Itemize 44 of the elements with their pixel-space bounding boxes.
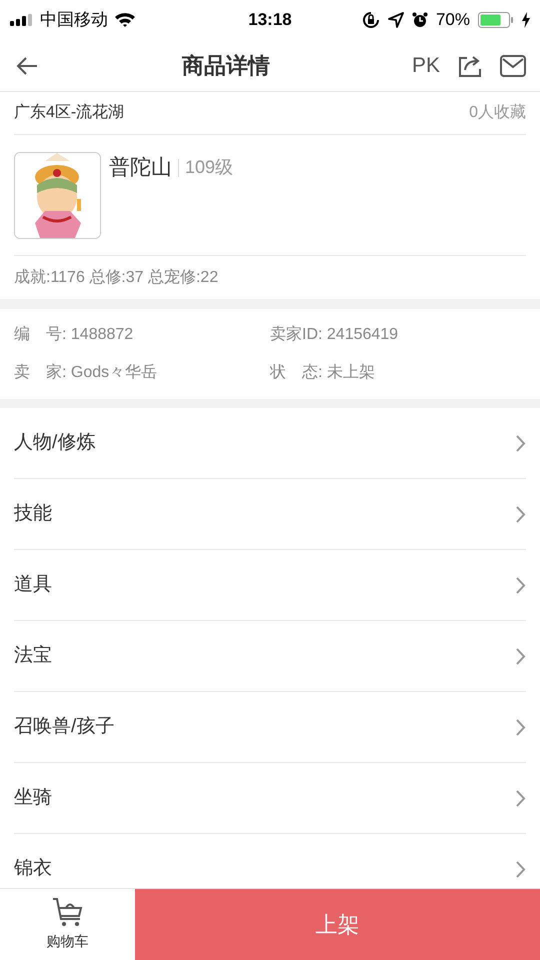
location-arrow-icon [388,12,404,28]
section-label: 锦衣 [14,856,52,881]
section-label: 法宝 [14,644,52,668]
carrier-name: 中国移动 [40,9,108,32]
chevron-right-icon [516,648,526,664]
character-level: 109级 [185,156,234,180]
page-title: 商品详情 [180,52,271,80]
battery-icon [478,12,514,28]
info-field: 卖 家: Gods々华岳 [14,361,270,385]
share-icon[interactable] [458,54,482,78]
favorites-count: 0人收藏 [469,102,526,123]
status-time: 13:18 [247,9,293,32]
pk-button[interactable]: PK [412,50,440,82]
section-label: 技能 [14,502,52,526]
section-label: 召唤兽/孩子 [14,714,114,739]
mail-icon[interactable] [500,54,526,76]
chevron-right-icon [516,790,526,806]
info-field: 状 态: 未上架 [270,361,526,385]
chevron-right-icon [516,506,526,522]
section-row[interactable]: 坐骑 [14,763,526,834]
wifi-icon [114,12,136,28]
info-field: 编 号: 1488872 [14,323,270,347]
signal-icon [10,14,34,26]
chevron-right-icon [516,434,526,452]
chevron-right-icon [516,576,526,594]
character-school: 普陀山 [109,155,172,181]
section-label: 道具 [14,572,52,597]
server-name: 广东4区-流花湖 [14,102,124,123]
section-row[interactable]: 召唤兽/孩子 [14,692,526,763]
cart-icon [52,897,84,927]
section-row[interactable]: 人物/修炼 [14,408,526,479]
section-row[interactable]: 道具 [14,550,526,621]
alarm-icon [412,12,428,28]
rotation-lock-icon [362,11,380,29]
chevron-right-icon [516,860,526,878]
section-label: 人物/修炼 [14,430,96,455]
section-row[interactable]: 法宝 [14,621,526,692]
section-label: 坐骑 [14,786,52,810]
charging-icon [522,12,530,28]
battery-percentage: 70% [436,9,470,32]
section-row[interactable]: 技能 [14,479,526,550]
chevron-right-icon [516,718,526,736]
info-field: 卖家ID: 24156419 [270,323,526,347]
character-stats: 成就:1176 总修:37 总宠修:22 [0,256,540,309]
